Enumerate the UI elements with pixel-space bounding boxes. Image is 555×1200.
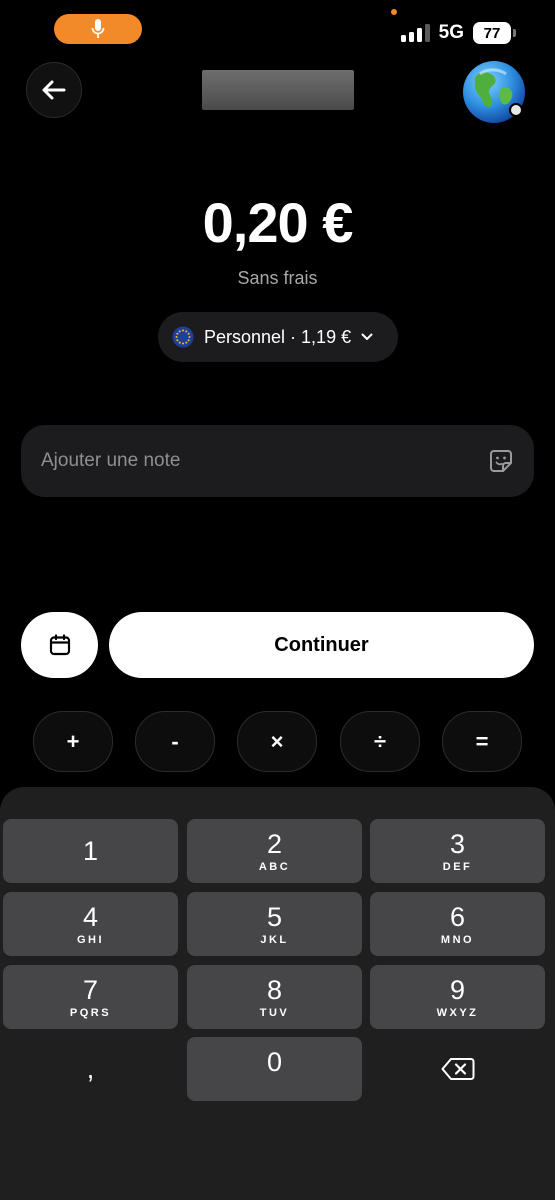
status-indicators: 5G 77 — [400, 20, 516, 46]
key-0[interactable]: 0 — [187, 1037, 362, 1101]
key-8[interactable]: 8 TUV — [187, 965, 362, 1029]
equals-operator-button[interactable]: = — [442, 711, 522, 772]
recipient-avatar[interactable] — [462, 60, 526, 124]
continue-button[interactable]: Continuer — [109, 612, 534, 678]
battery-level: 77 — [483, 24, 501, 42]
key-decimal-comma[interactable]: , — [3, 1037, 178, 1101]
privacy-dot — [391, 9, 397, 15]
multiply-operator-button[interactable]: × — [237, 711, 317, 772]
divide-operator-button[interactable]: ÷ — [340, 711, 420, 772]
note-input[interactable]: Ajouter une note — [21, 425, 534, 497]
sticker-icon[interactable] — [488, 448, 514, 474]
backspace-icon — [441, 1058, 474, 1080]
calendar-icon — [49, 634, 70, 656]
key-2[interactable]: 2 ABC — [187, 819, 362, 883]
microphone-icon — [91, 19, 105, 38]
key-7[interactable]: 7 PQRS — [3, 965, 178, 1029]
cellular-signal-icon — [400, 24, 430, 42]
numeric-keypad: 1 2 ABC 3 DEF 4 GHI 5 JKL 6 MNO 7 PQRS 8… — [0, 787, 555, 1200]
eu-flag-icon — [172, 326, 194, 348]
schedule-button[interactable] — [21, 612, 98, 678]
minus-operator-button[interactable]: - — [135, 711, 215, 772]
network-type: 5G — [438, 22, 464, 43]
globe-icon — [463, 61, 525, 123]
key-3[interactable]: 3 DEF — [370, 819, 545, 883]
plus-operator-button[interactable]: + — [33, 711, 113, 772]
chevron-down-icon — [361, 333, 373, 340]
note-placeholder: Ajouter une note — [41, 450, 181, 471]
battery-icon: 77 — [473, 22, 516, 44]
key-1[interactable]: 1 — [3, 819, 178, 883]
delete-key[interactable] — [370, 1037, 545, 1101]
account-selector[interactable]: Personnel · 1,19 € — [158, 312, 398, 362]
transfer-amount: 0,20 € — [202, 191, 354, 254]
recipient-name-redacted — [202, 70, 354, 110]
account-label: Personnel · 1,19 € — [204, 326, 352, 347]
back-button[interactable] — [26, 62, 82, 118]
key-4[interactable]: 4 GHI — [3, 892, 178, 956]
microphone-indicator — [54, 14, 142, 44]
key-5[interactable]: 5 JKL — [187, 892, 362, 956]
fees-label: Sans frais — [237, 268, 318, 288]
key-9[interactable]: 9 WXYZ — [370, 965, 545, 1029]
key-6[interactable]: 6 MNO — [370, 892, 545, 956]
arrow-left-icon — [42, 80, 66, 100]
